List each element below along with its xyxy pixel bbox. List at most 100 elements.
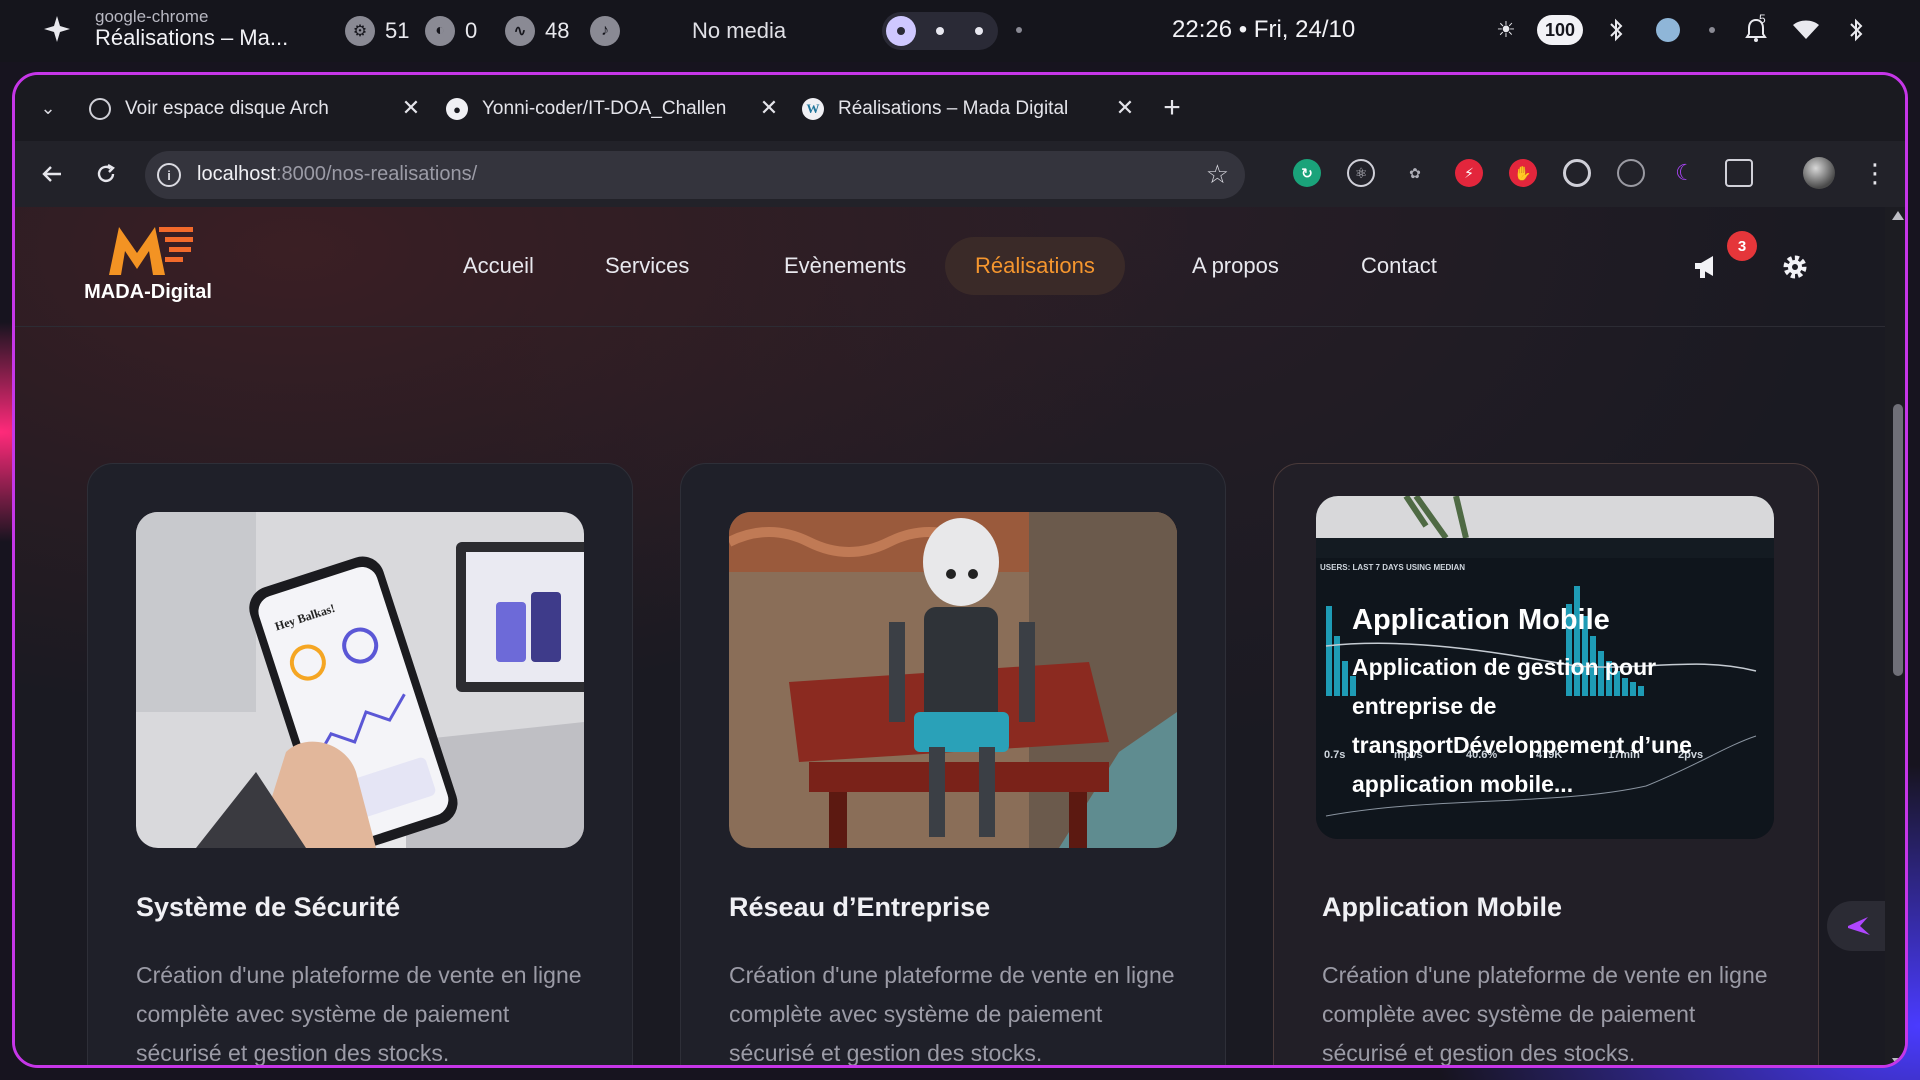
- memory-icon: ∿: [505, 16, 535, 46]
- card-description: Création d'une plateforme de vente en li…: [136, 962, 582, 1066]
- workspace-2[interactable]: [936, 27, 944, 35]
- reload-button[interactable]: [91, 159, 121, 189]
- logo-text: MADA-Digital: [84, 281, 212, 303]
- workspace-1[interactable]: [886, 16, 916, 46]
- dashboard-header: USERS: LAST 7 DAYS USING MEDIAN: [1320, 563, 1465, 572]
- tab-voir-espace[interactable]: Voir espace disque Arch ✕: [89, 89, 424, 129]
- workspace-switcher[interactable]: [882, 12, 998, 50]
- card-title: Réseau d’Entreprise: [729, 892, 991, 922]
- github-icon: ●: [446, 98, 468, 120]
- tab-github[interactable]: ● Yonni-coder/IT-DOA_Challen ✕: [446, 89, 782, 129]
- battery-indicator[interactable]: 100: [1537, 15, 1583, 45]
- new-tab-button[interactable]: +: [1157, 93, 1187, 123]
- tab-title: Réalisations – Mada Digital: [838, 98, 1069, 119]
- memory-stat: ∿ 48: [505, 16, 569, 46]
- openai-icon: [89, 98, 111, 120]
- robot-on-bench-photo: [729, 512, 1177, 848]
- settings-gear-icon[interactable]: [1779, 251, 1811, 283]
- extension-bolt-icon[interactable]: ⚡: [1455, 159, 1483, 187]
- system-top-bar: google-chrome Réalisations – Ma... ⚙ 51 …: [0, 0, 1920, 62]
- site-logo[interactable]: MADA-Digital: [73, 219, 223, 309]
- stat-value: 0.7s: [1324, 749, 1345, 761]
- brightness-icon[interactable]: ☀: [1490, 14, 1522, 46]
- profile-avatar[interactable]: [1803, 157, 1835, 189]
- extension-hand-icon[interactable]: ✋: [1509, 159, 1537, 187]
- card-title: Système de Sécurité: [136, 892, 401, 922]
- close-tab-icon[interactable]: ✕: [1112, 95, 1138, 121]
- browser-window: ⌄ Voir espace disque Arch ✕ ● Yonni-code…: [12, 72, 1908, 1068]
- megaphone-icon[interactable]: [1691, 251, 1723, 283]
- disk-value: 0: [465, 18, 478, 43]
- workspace-4[interactable]: [1016, 27, 1022, 33]
- nav-accueil[interactable]: Accueil: [433, 237, 564, 295]
- scroll-thumb[interactable]: [1893, 404, 1903, 676]
- project-card[interactable]: Hey Balkas! Système de Sécurité Création…: [87, 463, 633, 1066]
- overlay-title: Application Mobile: [1352, 604, 1610, 636]
- wifi-icon[interactable]: [1790, 14, 1822, 46]
- site-info-icon[interactable]: i: [157, 163, 181, 187]
- extension-openai-icon[interactable]: [1617, 159, 1645, 187]
- extension-sync-icon[interactable]: ↻: [1293, 159, 1321, 187]
- disk-icon: ◐: [425, 16, 455, 46]
- music-note-icon[interactable]: ♪: [590, 16, 620, 46]
- tab-title: Voir espace disque Arch: [125, 98, 329, 119]
- memory-value: 48: [545, 18, 570, 43]
- page-viewport: MADA-Digital Accueil Services Evènements…: [15, 207, 1885, 1066]
- tab-title: Yonni-coder/IT-DOA_Challen: [482, 98, 727, 119]
- claude-floating-button[interactable]: [1827, 901, 1885, 951]
- phone-dashboard-photo: Hey Balkas!: [136, 512, 584, 848]
- wordpress-icon: W: [802, 98, 824, 120]
- vpn-icon[interactable]: [1652, 14, 1684, 46]
- project-card[interactable]: Réseau d’Entreprise Création d'une plate…: [680, 463, 1226, 1066]
- site-header: MADA-Digital Accueil Services Evènements…: [15, 207, 1885, 327]
- cpu-value: 51: [385, 18, 410, 43]
- media-status[interactable]: No media: [692, 18, 786, 44]
- card-description: Création d'une plateforme de vente en li…: [1322, 962, 1768, 1066]
- logo-mark: [109, 227, 193, 275]
- tab-realisations[interactable]: W Réalisations – Mada Digital ✕: [802, 89, 1138, 129]
- workspace-3[interactable]: [975, 27, 983, 35]
- card-description: Création d'une plateforme de vente en li…: [729, 962, 1175, 1066]
- nav-contact[interactable]: Contact: [1331, 237, 1467, 295]
- nav-services[interactable]: Services: [575, 237, 719, 295]
- extension-target-icon[interactable]: [1563, 159, 1591, 187]
- extensions-puzzle-icon[interactable]: [1725, 159, 1753, 187]
- music-stat[interactable]: ♪: [590, 16, 620, 46]
- close-tab-icon[interactable]: ✕: [398, 95, 424, 121]
- active-app: google-chrome Réalisations – Ma...: [95, 8, 288, 49]
- page-scrollbar[interactable]: [1885, 207, 1905, 1065]
- url-text[interactable]: localhost:8000/nos-realisations/: [197, 163, 477, 186]
- cpu-stat: ⚙ 51: [345, 16, 409, 46]
- dot-separator: [1696, 14, 1728, 46]
- scroll-up-arrow[interactable]: [1892, 211, 1904, 220]
- sparkle-icon[interactable]: [42, 14, 72, 44]
- project-card-hovered[interactable]: USERS: LAST 7 DAYS USING MEDIAN 0.7s mpv…: [1273, 463, 1819, 1066]
- browser-menu-icon[interactable]: ⋮: [1862, 157, 1888, 189]
- active-window-title: Réalisations – Ma...: [95, 25, 289, 50]
- url-path: :8000/nos-realisations/: [275, 163, 478, 185]
- extension-react-icon[interactable]: ⚛: [1347, 159, 1375, 187]
- extension-claude-icon[interactable]: ☾: [1671, 159, 1699, 187]
- clock[interactable]: 22:26 • Fri, 24/10: [1172, 16, 1355, 44]
- tab-search-button[interactable]: ⌄: [35, 95, 61, 121]
- card-title: Application Mobile: [1322, 892, 1562, 922]
- bluetooth-icon[interactable]: [1600, 14, 1632, 46]
- notifications-icon[interactable]: 5: [1740, 12, 1772, 46]
- bookmark-star-icon[interactable]: ☆: [1206, 159, 1229, 190]
- overlay-description: Application de gestion pour entreprise d…: [1352, 654, 1692, 797]
- back-button[interactable]: [37, 159, 67, 189]
- nav-a-propos[interactable]: A propos: [1162, 237, 1309, 295]
- disk-stat: ◐ 0: [425, 16, 477, 46]
- active-app-class: google-chrome: [95, 7, 209, 26]
- analytics-dashboard-photo[interactable]: USERS: LAST 7 DAYS USING MEDIAN 0.7s mpv…: [1316, 496, 1774, 839]
- nav-realisations[interactable]: Réalisations: [945, 237, 1125, 295]
- extension-paw-icon[interactable]: ✿: [1401, 159, 1429, 187]
- notifications-count: 5: [1759, 12, 1766, 26]
- bluetooth-tray-icon[interactable]: [1840, 14, 1872, 46]
- nav-evenements[interactable]: Evènements: [754, 237, 936, 295]
- notification-badge: 3: [1727, 231, 1757, 261]
- tab-strip: ⌄ Voir espace disque Arch ✕ ● Yonni-code…: [15, 75, 1905, 141]
- close-tab-icon[interactable]: ✕: [756, 95, 782, 121]
- browser-toolbar: i localhost:8000/nos-realisations/ ☆ ↻ ⚛…: [15, 141, 1905, 207]
- address-bar[interactable]: i localhost:8000/nos-realisations/ ☆: [145, 151, 1245, 199]
